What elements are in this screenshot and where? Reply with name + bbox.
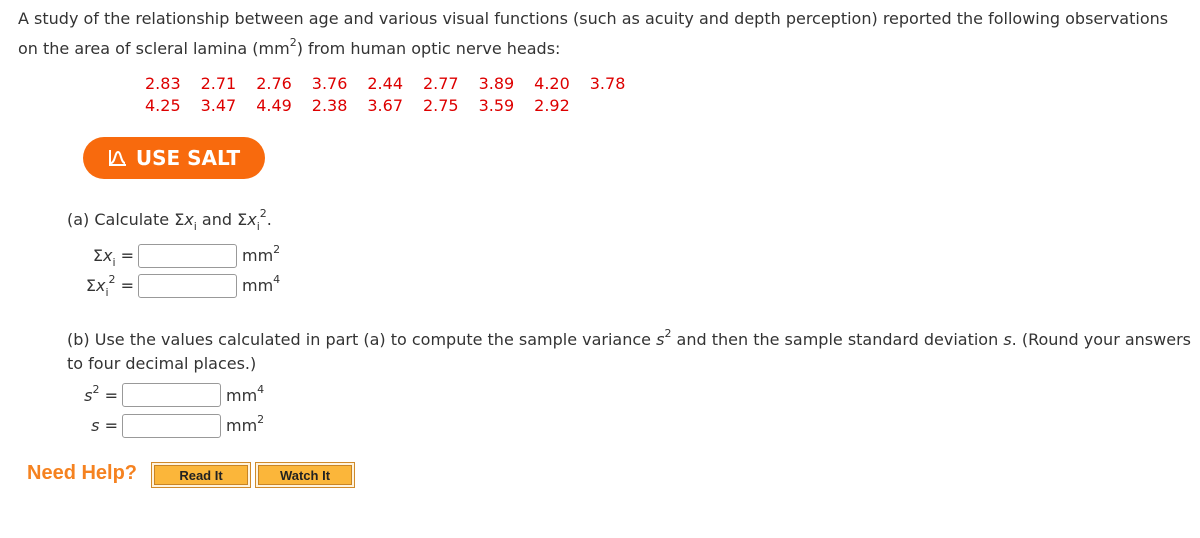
- data-value: 2.71: [200, 74, 237, 93]
- sum-x2-unit: mm4: [242, 273, 281, 295]
- data-row-2: 4.25 3.47 4.49 2.38 3.67 2.75 3.59 2.92: [145, 96, 590, 115]
- sum-x2-label: Σxi2 =: [85, 273, 134, 299]
- intro-text-end: ) from human optic nerve heads:: [296, 39, 561, 58]
- data-value: 3.76: [311, 74, 348, 93]
- data-value: 2.77: [422, 74, 459, 93]
- part-b-prompt: (b) Use the values calculated in part (a…: [67, 327, 1191, 373]
- sum-x-label: Σxi =: [92, 246, 134, 269]
- data-value: 3.89: [478, 74, 515, 93]
- data-value: 2.38: [311, 96, 348, 115]
- std-dev-unit: mm2: [226, 413, 265, 435]
- intro-exponent: 2: [289, 36, 297, 49]
- variance-unit: mm4: [226, 383, 265, 405]
- data-value: 2.76: [256, 74, 292, 93]
- question-intro: A study of the relationship between age …: [18, 4, 1193, 64]
- sum-x-input[interactable]: [138, 244, 237, 268]
- part-a-prompt: (a) Calculate Σxi and Σxi2.: [67, 207, 272, 233]
- intro-text: A study of the relationship between age …: [18, 9, 1169, 58]
- data-value: 2.83: [145, 74, 181, 93]
- sum-x-unit: mm2: [242, 243, 281, 265]
- use-salt-button[interactable]: USE SALT: [83, 137, 265, 179]
- read-it-button[interactable]: Read It: [151, 462, 251, 488]
- sum-x2-input[interactable]: [138, 274, 237, 298]
- std-dev-label: s =: [91, 416, 118, 435]
- data-value: 4.25: [145, 96, 181, 115]
- data-value: 2.92: [534, 96, 570, 115]
- variance-label: s2 =: [84, 383, 118, 405]
- data-value: 4.20: [534, 74, 570, 93]
- watch-it-label: Watch It: [258, 465, 352, 485]
- read-it-label: Read It: [154, 465, 248, 485]
- data-value: 3.67: [367, 96, 403, 115]
- data-value: 3.47: [200, 96, 237, 115]
- watch-it-button[interactable]: Watch It: [255, 462, 355, 488]
- data-value: 4.49: [256, 96, 292, 115]
- use-salt-label: USE SALT: [135, 146, 241, 170]
- variance-input[interactable]: [122, 383, 221, 407]
- data-value: 3.59: [478, 96, 515, 115]
- data-value: 2.75: [422, 96, 459, 115]
- data-value: 2.44: [367, 74, 403, 93]
- data-row-1: 2.83 2.71 2.76 3.76 2.44 2.77 3.89 4.20 3.78: [145, 74, 645, 93]
- need-help-label: Need Help?: [27, 462, 138, 484]
- bell-curve-icon: [108, 150, 126, 166]
- data-value: 3.78: [589, 74, 626, 93]
- std-dev-input[interactable]: [122, 414, 221, 438]
